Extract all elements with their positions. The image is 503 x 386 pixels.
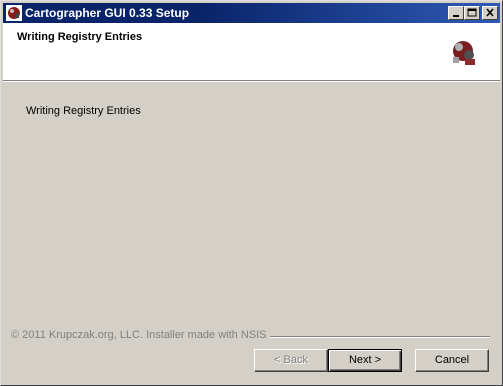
close-button[interactable] (482, 6, 498, 20)
next-button[interactable]: Next > (328, 349, 402, 372)
page-title: Writing Registry Entries (17, 31, 143, 43)
footer-separator (270, 336, 490, 338)
cancel-button-label: Cancel (434, 354, 470, 366)
minimize-button[interactable] (448, 6, 464, 20)
window-title: Cartographer GUI 0.33 Setup (25, 6, 190, 20)
status-text: Writing Registry Entries (26, 105, 141, 117)
branding-text: © 2011 Krupczak.org, LLC. Installer made… (11, 329, 270, 341)
next-button-label: Next > (348, 354, 382, 366)
maximize-button[interactable] (464, 6, 480, 20)
title-bar[interactable]: Cartographer GUI 0.33 Setup (3, 3, 500, 23)
installer-logo-icon (449, 37, 481, 69)
maximize-icon (467, 8, 477, 17)
setup-window: Cartographer GUI 0.33 Setup Writing Regi… (0, 0, 503, 386)
header-separator (3, 80, 500, 82)
cancel-button[interactable]: Cancel (415, 349, 489, 372)
installer-app-icon (6, 5, 22, 21)
back-button[interactable]: < Back (254, 349, 328, 372)
header-panel: Writing Registry Entries (3, 23, 500, 80)
close-icon (486, 8, 494, 17)
minimize-icon (453, 15, 459, 17)
back-button-label: < Back (274, 354, 308, 366)
